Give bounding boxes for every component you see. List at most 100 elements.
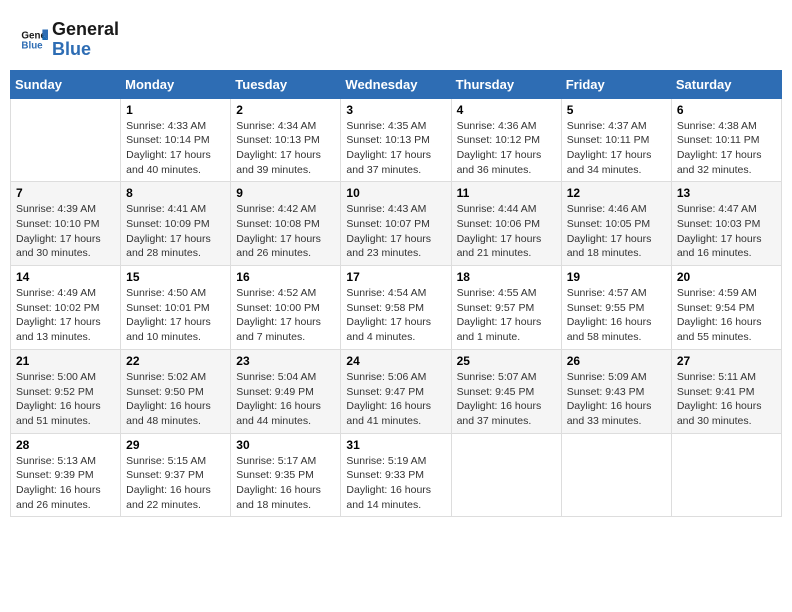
day-number: 2: [236, 103, 335, 117]
day-number: 5: [567, 103, 666, 117]
day-number: 12: [567, 186, 666, 200]
calendar-cell: 7 Sunrise: 4:39 AM Sunset: 10:10 PM Dayli…: [11, 182, 121, 266]
calendar-cell: 16 Sunrise: 4:52 AM Sunset: 10:00 PM Dayl…: [231, 266, 341, 350]
day-number: 16: [236, 270, 335, 284]
day-info: Sunrise: 4:36 AM Sunset: 10:12 PM Daylig…: [457, 119, 556, 178]
day-number: 20: [677, 270, 776, 284]
day-info: Sunrise: 4:38 AM Sunset: 10:11 PM Daylig…: [677, 119, 776, 178]
day-info: Sunrise: 4:59 AM Sunset: 9:54 PM Dayligh…: [677, 286, 776, 345]
logo-icon: General Blue: [20, 26, 48, 54]
day-number: 19: [567, 270, 666, 284]
day-info: Sunrise: 4:37 AM Sunset: 10:11 PM Daylig…: [567, 119, 666, 178]
calendar-cell: 24 Sunrise: 5:06 AM Sunset: 9:47 PM Dayli…: [341, 349, 451, 433]
calendar-week-2: 7 Sunrise: 4:39 AM Sunset: 10:10 PM Dayli…: [11, 182, 782, 266]
day-info: Sunrise: 4:50 AM Sunset: 10:01 PM Daylig…: [126, 286, 225, 345]
day-info: Sunrise: 5:06 AM Sunset: 9:47 PM Dayligh…: [346, 370, 445, 429]
day-number: 4: [457, 103, 556, 117]
calendar-cell: 2 Sunrise: 4:34 AM Sunset: 10:13 PM Dayli…: [231, 98, 341, 182]
calendar-cell: 3 Sunrise: 4:35 AM Sunset: 10:13 PM Dayli…: [341, 98, 451, 182]
day-header-wednesday: Wednesday: [341, 70, 451, 98]
day-number: 29: [126, 438, 225, 452]
calendar-cell: 31 Sunrise: 5:19 AM Sunset: 9:33 PM Dayli…: [341, 433, 451, 517]
calendar-cell: [561, 433, 671, 517]
calendar-cell: 23 Sunrise: 5:04 AM Sunset: 9:49 PM Dayli…: [231, 349, 341, 433]
logo-line1: General: [52, 20, 119, 40]
calendar-cell: 22Sunrise: 5:02 AM Sunset: 9:50 PM Dayli…: [121, 349, 231, 433]
calendar-week-3: 14 Sunrise: 4:49 AM Sunset: 10:02 PM Dayl…: [11, 266, 782, 350]
day-info: Sunrise: 4:54 AM Sunset: 9:58 PM Dayligh…: [346, 286, 445, 345]
calendar-cell: 12Sunrise: 4:46 AM Sunset: 10:05 PM Dayl…: [561, 182, 671, 266]
day-info: Sunrise: 5:04 AM Sunset: 9:49 PM Dayligh…: [236, 370, 335, 429]
day-number: 6: [677, 103, 776, 117]
calendar-cell: 6 Sunrise: 4:38 AM Sunset: 10:11 PM Dayli…: [671, 98, 781, 182]
day-info: Sunrise: 4:39 AM Sunset: 10:10 PM Daylig…: [16, 202, 115, 261]
day-info: Sunrise: 4:35 AM Sunset: 10:13 PM Daylig…: [346, 119, 445, 178]
calendar-week-1: 1 Sunrise: 4:33 AM Sunset: 10:14 PM Dayli…: [11, 98, 782, 182]
day-number: 27: [677, 354, 776, 368]
calendar-cell: 26 Sunrise: 5:09 AM Sunset: 9:43 PM Dayli…: [561, 349, 671, 433]
day-number: 10: [346, 186, 445, 200]
day-number: 26: [567, 354, 666, 368]
day-header-sunday: Sunday: [11, 70, 121, 98]
svg-text:Blue: Blue: [21, 40, 43, 51]
calendar-cell: 10Sunrise: 4:43 AM Sunset: 10:07 PM Dayl…: [341, 182, 451, 266]
day-info: Sunrise: 4:41 AM Sunset: 10:09 PM Daylig…: [126, 202, 225, 261]
logo-line2: Blue: [52, 40, 119, 60]
calendar-cell: [451, 433, 561, 517]
calendar-cell: 9 Sunrise: 4:42 AM Sunset: 10:08 PM Dayli…: [231, 182, 341, 266]
calendar-cell: 19 Sunrise: 4:57 AM Sunset: 9:55 PM Dayli…: [561, 266, 671, 350]
calendar-cell: 27 Sunrise: 5:11 AM Sunset: 9:41 PM Dayli…: [671, 349, 781, 433]
day-info: Sunrise: 4:55 AM Sunset: 9:57 PM Dayligh…: [457, 286, 556, 345]
day-info: Sunrise: 5:00 AM Sunset: 9:52 PM Dayligh…: [16, 370, 115, 429]
day-info: Sunrise: 5:07 AM Sunset: 9:45 PM Dayligh…: [457, 370, 556, 429]
day-number: 1: [126, 103, 225, 117]
calendar-cell: 29 Sunrise: 5:15 AM Sunset: 9:37 PM Dayli…: [121, 433, 231, 517]
calendar-cell: 20 Sunrise: 4:59 AM Sunset: 9:54 PM Dayli…: [671, 266, 781, 350]
day-number: 30: [236, 438, 335, 452]
calendar-cell: 21 Sunrise: 5:00 AM Sunset: 9:52 PM Dayli…: [11, 349, 121, 433]
day-number: 23: [236, 354, 335, 368]
day-info: Sunrise: 4:42 AM Sunset: 10:08 PM Daylig…: [236, 202, 335, 261]
day-number: 28: [16, 438, 115, 452]
day-number: 25: [457, 354, 556, 368]
calendar-header-row: SundayMondayTuesdayWednesdayThursdayFrid…: [11, 70, 782, 98]
day-info: Sunrise: 4:57 AM Sunset: 9:55 PM Dayligh…: [567, 286, 666, 345]
day-number: 31: [346, 438, 445, 452]
day-number: 13: [677, 186, 776, 200]
day-number: 9: [236, 186, 335, 200]
calendar-cell: 15 Sunrise: 4:50 AM Sunset: 10:01 PM Dayl…: [121, 266, 231, 350]
calendar-cell: 18 Sunrise: 4:55 AM Sunset: 9:57 PM Dayli…: [451, 266, 561, 350]
calendar-week-4: 21 Sunrise: 5:00 AM Sunset: 9:52 PM Dayli…: [11, 349, 782, 433]
day-info: Sunrise: 4:33 AM Sunset: 10:14 PM Daylig…: [126, 119, 225, 178]
header: General Blue General Blue: [10, 10, 782, 65]
day-header-friday: Friday: [561, 70, 671, 98]
day-info: Sunrise: 5:19 AM Sunset: 9:33 PM Dayligh…: [346, 454, 445, 513]
day-number: 18: [457, 270, 556, 284]
calendar-cell: 4 Sunrise: 4:36 AM Sunset: 10:12 PM Dayli…: [451, 98, 561, 182]
day-number: 7: [16, 186, 115, 200]
calendar-cell: 13Sunrise: 4:47 AM Sunset: 10:03 PM Dayl…: [671, 182, 781, 266]
day-number: 3: [346, 103, 445, 117]
day-info: Sunrise: 4:49 AM Sunset: 10:02 PM Daylig…: [16, 286, 115, 345]
day-number: 24: [346, 354, 445, 368]
calendar-cell: 11 Sunrise: 4:44 AM Sunset: 10:06 PM Dayl…: [451, 182, 561, 266]
day-info: Sunrise: 5:15 AM Sunset: 9:37 PM Dayligh…: [126, 454, 225, 513]
calendar-cell: 25 Sunrise: 5:07 AM Sunset: 9:45 PM Dayli…: [451, 349, 561, 433]
day-number: 14: [16, 270, 115, 284]
day-number: 21: [16, 354, 115, 368]
day-number: 17: [346, 270, 445, 284]
day-number: 11: [457, 186, 556, 200]
day-info: Sunrise: 4:34 AM Sunset: 10:13 PM Daylig…: [236, 119, 335, 178]
day-info: Sunrise: 4:52 AM Sunset: 10:00 PM Daylig…: [236, 286, 335, 345]
day-header-monday: Monday: [121, 70, 231, 98]
day-info: Sunrise: 5:09 AM Sunset: 9:43 PM Dayligh…: [567, 370, 666, 429]
calendar-cell: [671, 433, 781, 517]
day-info: Sunrise: 4:44 AM Sunset: 10:06 PM Daylig…: [457, 202, 556, 261]
calendar-cell: 14 Sunrise: 4:49 AM Sunset: 10:02 PM Dayl…: [11, 266, 121, 350]
day-info: Sunrise: 5:11 AM Sunset: 9:41 PM Dayligh…: [677, 370, 776, 429]
calendar-cell: 30Sunrise: 5:17 AM Sunset: 9:35 PM Dayli…: [231, 433, 341, 517]
day-header-saturday: Saturday: [671, 70, 781, 98]
calendar-cell: [11, 98, 121, 182]
day-number: 15: [126, 270, 225, 284]
day-header-tuesday: Tuesday: [231, 70, 341, 98]
